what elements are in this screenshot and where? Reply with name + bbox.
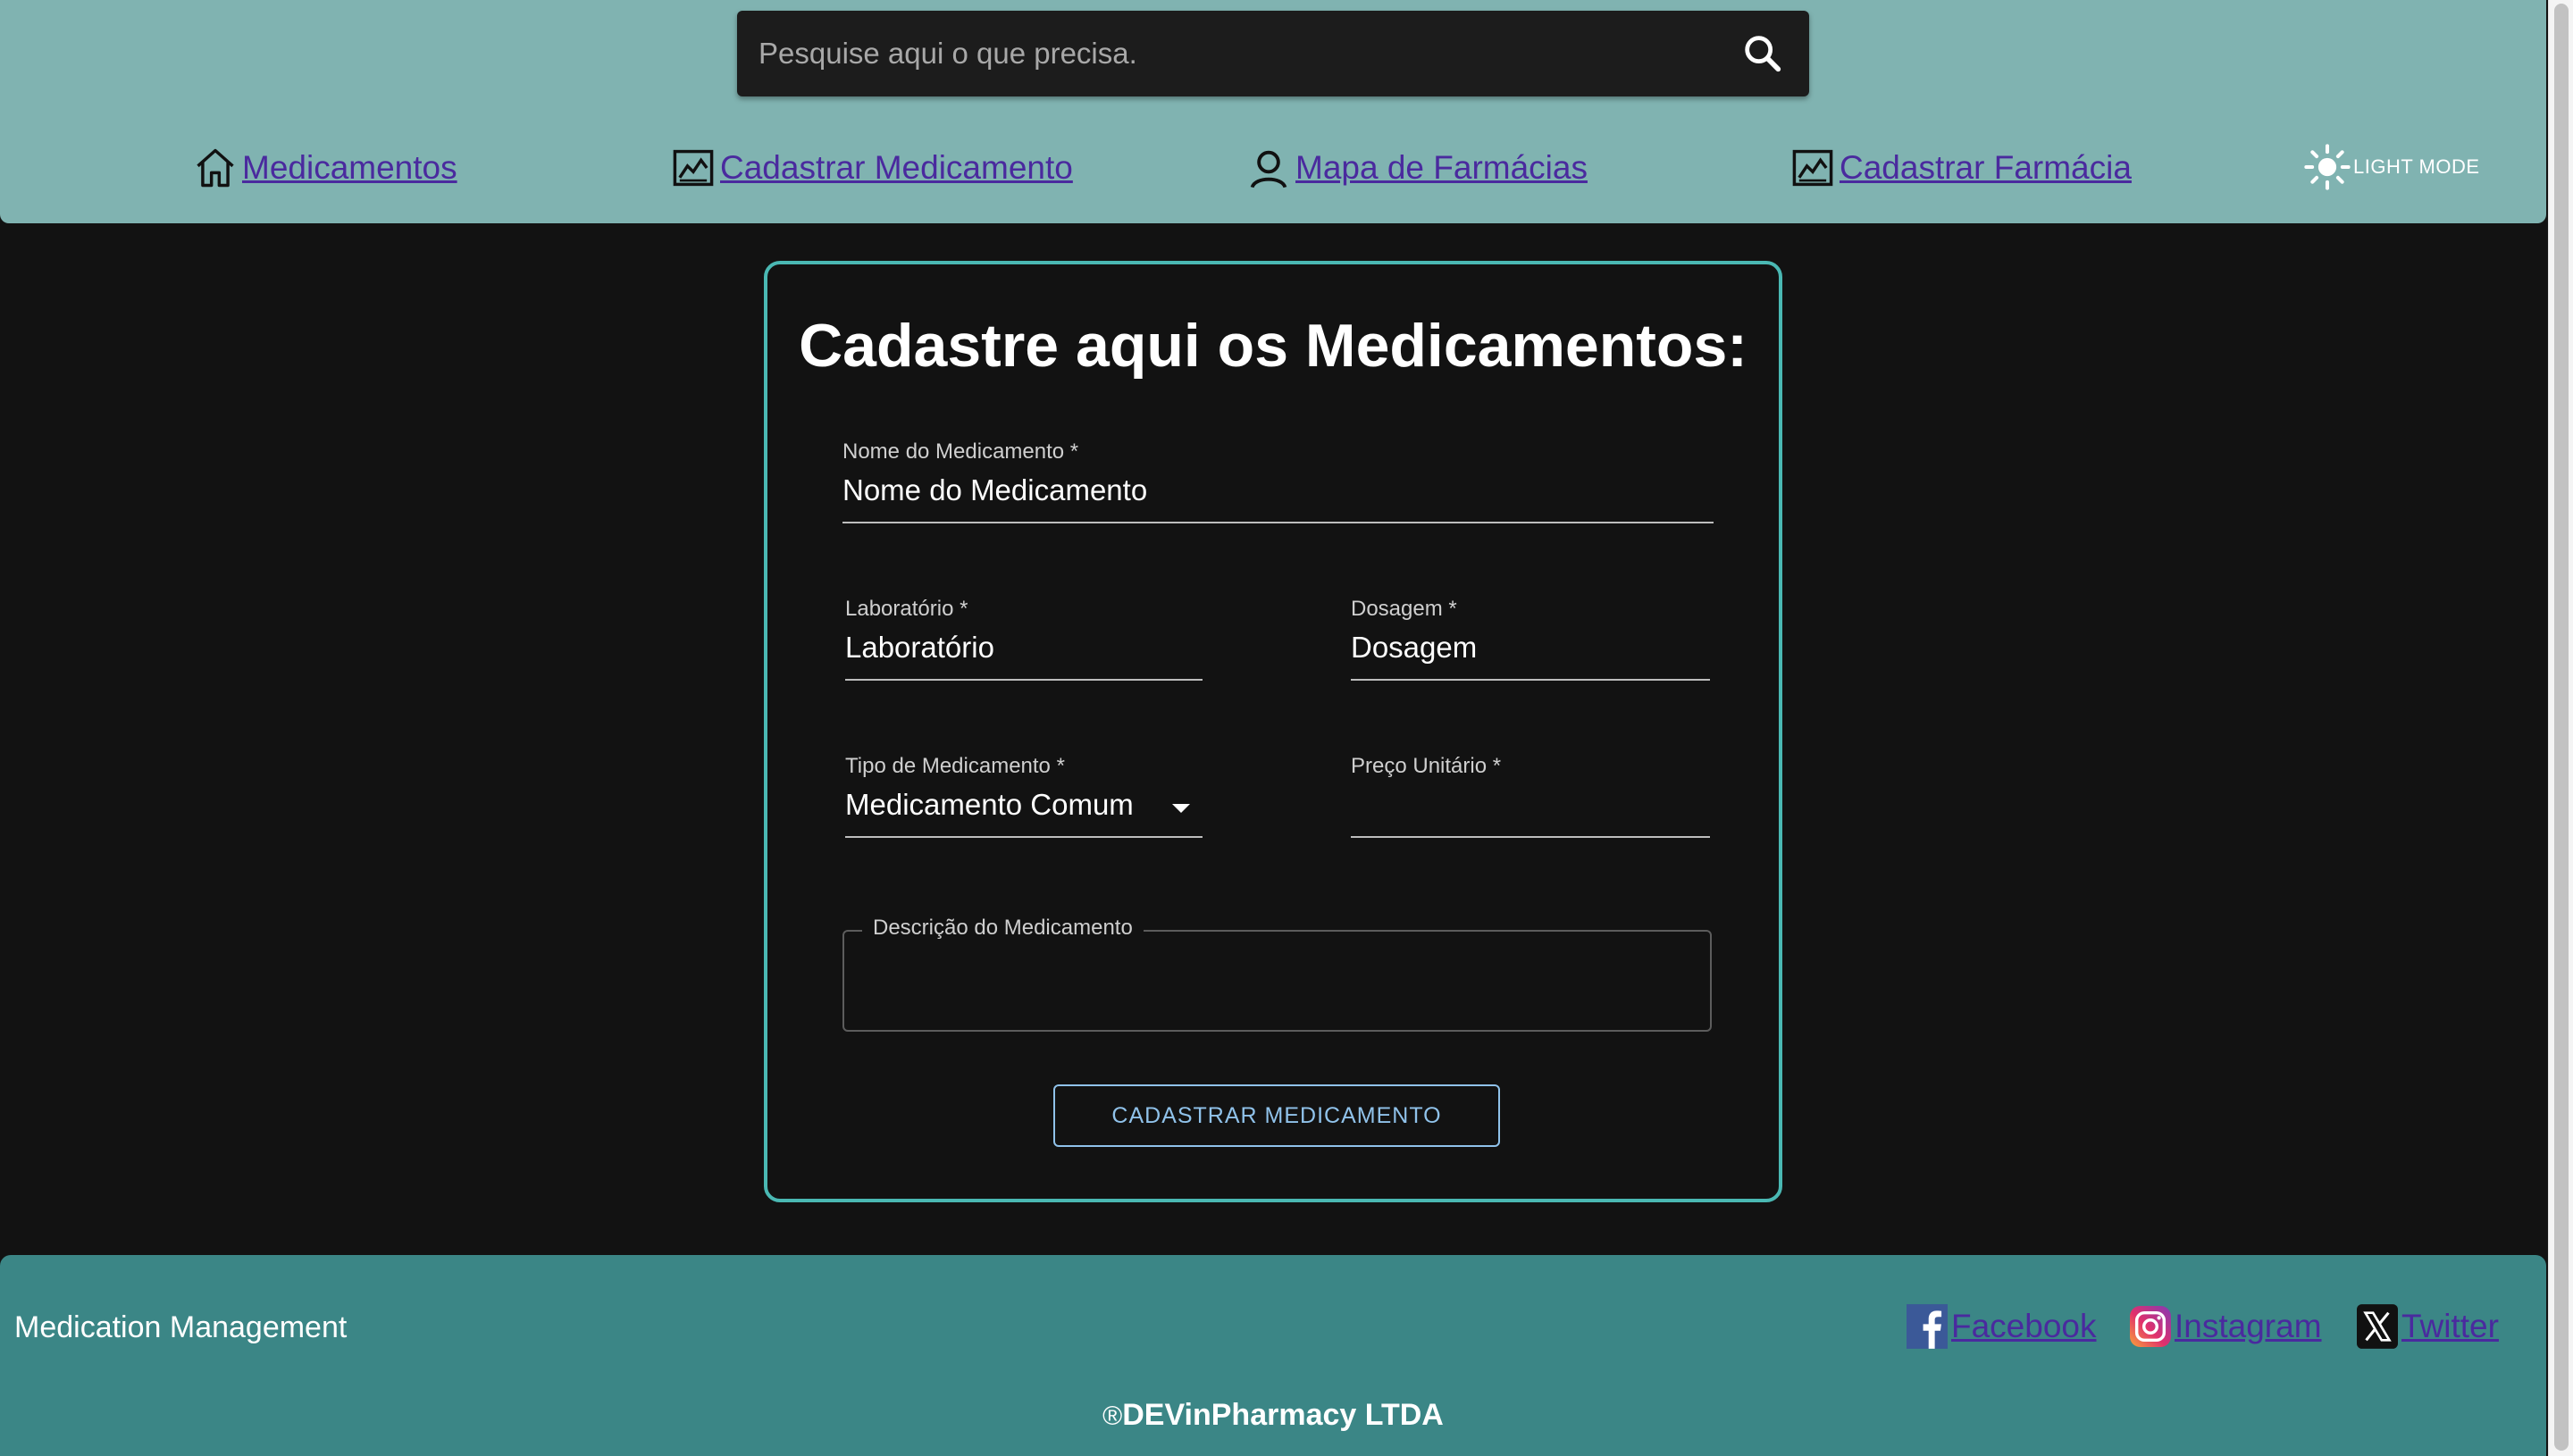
- top-header: Medicamentos Cadastrar Medicamento Mapa …: [0, 0, 2546, 223]
- form-title: Cadastre aqui os Medicamentos:: [799, 312, 1747, 380]
- nav-item-cadastrar-farmacia[interactable]: Cadastrar Farmácia: [1789, 143, 2132, 193]
- search-input[interactable]: [758, 11, 1723, 96]
- social-link-twitter[interactable]: Twitter: [2357, 1301, 2499, 1351]
- facebook-icon: [1907, 1304, 1948, 1349]
- twitter-link[interactable]: Twitter: [2401, 1308, 2499, 1345]
- unit-price-field[interactable]: Preço Unitário *: [1351, 754, 1710, 838]
- instagram-icon: [2130, 1306, 2171, 1347]
- medication-name-input[interactable]: Nome do Medicamento: [842, 473, 1147, 507]
- medication-type-value[interactable]: Medicamento Comum: [845, 788, 1134, 822]
- page-footer: Medication Management Facebook Instagram…: [0, 1255, 2546, 1456]
- scrollbar-thumb[interactable]: [2554, 4, 2569, 1451]
- description-label: Descrição do Medicamento: [862, 916, 1144, 941]
- laboratory-field[interactable]: Laboratório * Laboratório: [845, 597, 1203, 681]
- chevron-down-icon[interactable]: [1172, 804, 1190, 813]
- x-twitter-icon: [2357, 1304, 2398, 1349]
- page-scrollbar[interactable]: [2548, 0, 2573, 1456]
- copyright-text: ®DEVinPharmacy LTDA: [0, 1398, 2546, 1433]
- laboratory-label: Laboratório *: [845, 597, 968, 621]
- nav-link-mapa-farmacias[interactable]: Mapa de Farmácias: [1295, 149, 1588, 187]
- unit-price-label: Preço Unitário *: [1351, 754, 1502, 778]
- social-link-instagram[interactable]: Instagram: [2130, 1301, 2322, 1351]
- registered-symbol: ®: [1102, 1402, 1123, 1431]
- laboratory-input[interactable]: Laboratório: [845, 631, 994, 665]
- footer-brand: Medication Management: [14, 1310, 348, 1344]
- social-link-facebook[interactable]: Facebook: [1907, 1301, 2097, 1351]
- sun-icon: [2304, 144, 2351, 190]
- description-textarea[interactable]: Descrição do Medicamento: [842, 916, 1712, 1032]
- nav-item-cadastrar-medicamento[interactable]: Cadastrar Medicamento: [670, 143, 1073, 193]
- nav-link-cadastrar-medicamento[interactable]: Cadastrar Medicamento: [720, 149, 1073, 187]
- submit-medication-button[interactable]: CADASTRAR MEDICAMENTO: [1053, 1084, 1500, 1147]
- nav-item-medicamentos[interactable]: Medicamentos: [192, 143, 457, 193]
- theme-toggle-label: LIGHT MODE: [2353, 155, 2480, 178]
- dosage-input[interactable]: Dosagem: [1351, 631, 1477, 665]
- dosage-label: Dosagem *: [1351, 597, 1457, 621]
- person-icon: [1250, 150, 1287, 188]
- nav-item-mapa-farmacias[interactable]: Mapa de Farmácias: [1245, 143, 1588, 193]
- instagram-link[interactable]: Instagram: [2175, 1308, 2322, 1345]
- nav-link-cadastrar-farmacia[interactable]: Cadastrar Farmácia: [1840, 149, 2132, 187]
- page: Medicamentos Cadastrar Medicamento Mapa …: [0, 0, 2573, 1456]
- medication-name-field[interactable]: Nome do Medicamento * Nome do Medicament…: [842, 439, 1714, 523]
- medication-type-label: Tipo de Medicamento *: [845, 754, 1065, 778]
- home-icon: [197, 148, 234, 188]
- medication-name-label: Nome do Medicamento *: [842, 439, 1079, 464]
- copyright-company: DEVinPharmacy LTDA: [1122, 1398, 1444, 1432]
- dosage-field[interactable]: Dosagem * Dosagem: [1351, 597, 1710, 681]
- facebook-link[interactable]: Facebook: [1951, 1308, 2097, 1345]
- theme-toggle-button[interactable]: LIGHT MODE: [2303, 141, 2480, 193]
- medication-type-select[interactable]: Tipo de Medicamento * Medicamento Comum: [845, 754, 1203, 838]
- search-icon[interactable]: [1739, 30, 1786, 77]
- nav-link-medicamentos[interactable]: Medicamentos: [242, 149, 457, 187]
- medication-form-card: Cadastre aqui os Medicamentos: Nome do M…: [764, 261, 1782, 1202]
- chart-image-icon: [673, 149, 714, 187]
- search-bar: [737, 11, 1809, 96]
- chart-image-icon: [1792, 149, 1833, 187]
